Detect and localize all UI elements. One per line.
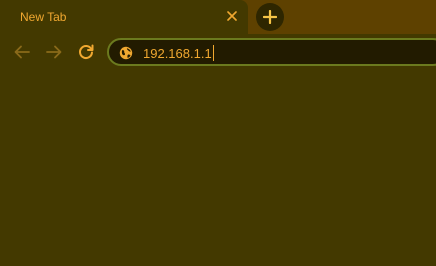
reload-icon	[79, 44, 94, 59]
address-bar[interactable]: 192.168.1.1	[107, 38, 436, 66]
toolbar: 192.168.1.1	[0, 34, 436, 70]
globe-icon	[119, 46, 133, 60]
new-tab-button[interactable]	[256, 3, 284, 31]
page-content	[0, 70, 436, 266]
url-text-container: 192.168.1.1	[143, 45, 214, 61]
url-text: 192.168.1.1	[143, 46, 212, 61]
back-button[interactable]	[10, 40, 34, 64]
forward-button[interactable]	[42, 40, 66, 64]
plus-icon	[263, 10, 277, 24]
tab-new-tab[interactable]: New Tab	[0, 0, 248, 34]
tab-strip: New Tab	[0, 0, 436, 34]
arrow-left-icon	[14, 45, 30, 59]
reload-button[interactable]	[74, 40, 98, 64]
tab-close-button[interactable]	[224, 8, 240, 24]
text-cursor	[212, 45, 214, 61]
tab-title: New Tab	[20, 10, 67, 24]
arrow-right-icon	[46, 45, 62, 59]
close-icon	[227, 11, 237, 21]
